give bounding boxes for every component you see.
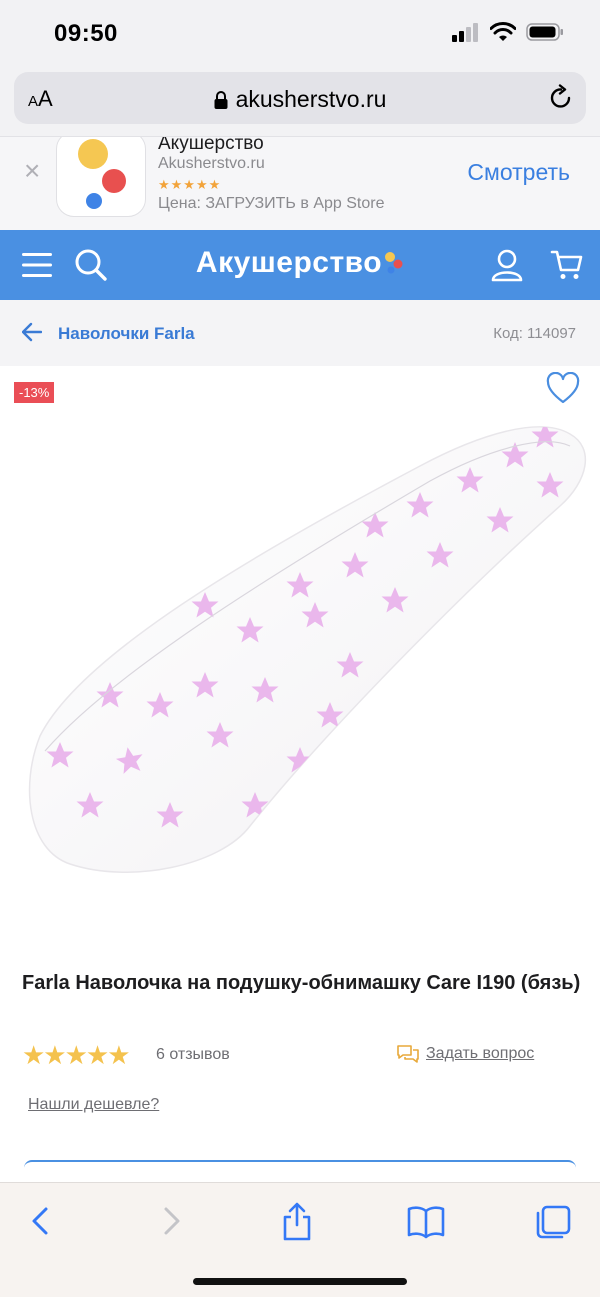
view-app-button[interactable]: Смотреть bbox=[467, 159, 570, 186]
product-code: Код: 114097 bbox=[493, 325, 576, 342]
signal-icon bbox=[452, 23, 478, 42]
chat-bubbles-icon bbox=[397, 1045, 419, 1063]
breadcrumb: Наволочки Farla Код: 114097 bbox=[0, 300, 600, 366]
app-price: Цена: ЗАГРУЗИТЬ в App Store bbox=[158, 195, 385, 212]
browser-address-area: AA akusherstvo.ru bbox=[0, 66, 600, 136]
bookmarks-icon[interactable] bbox=[406, 1201, 446, 1241]
found-cheaper-link[interactable]: Нашли дешевле? bbox=[28, 1096, 159, 1114]
product-gallery[interactable]: -13% bbox=[0, 366, 600, 936]
reload-icon[interactable] bbox=[548, 84, 574, 112]
account-icon[interactable] bbox=[490, 248, 524, 282]
site-header: Акушерство bbox=[0, 230, 600, 300]
url-text: akusherstvo.ru bbox=[235, 86, 387, 112]
discount-badge: -13% bbox=[14, 382, 55, 403]
logo-dots-icon bbox=[382, 250, 404, 278]
address-bar[interactable]: AA akusherstvo.ru bbox=[14, 72, 586, 124]
battery-icon bbox=[526, 23, 563, 41]
forward-icon[interactable] bbox=[158, 1201, 184, 1241]
app-rating-stars: ★★★★★ bbox=[158, 177, 222, 192]
breadcrumb-category-link[interactable]: Наволочки Farla bbox=[58, 324, 195, 344]
back-arrow-icon[interactable] bbox=[22, 322, 42, 342]
reviews-link[interactable]: 6 отзывов bbox=[156, 1046, 230, 1064]
url-display[interactable]: akusherstvo.ru bbox=[14, 86, 586, 113]
status-bar: 09:50 bbox=[0, 0, 600, 66]
ask-question-link[interactable]: Задать вопрос bbox=[396, 1044, 534, 1064]
rating-row: ★★★★★ 6 отзывов Задать вопрос bbox=[22, 1040, 582, 1070]
ask-question-label: Задать вопрос bbox=[426, 1045, 535, 1062]
app-store-banner: × Акушерство Akusherstvo.ru ★★★★★ Цена: … bbox=[0, 136, 600, 230]
share-icon[interactable] bbox=[280, 1201, 314, 1241]
home-indicator bbox=[193, 1278, 407, 1285]
product-title: Farla Наволочка на подушку-обнимашку Car… bbox=[22, 972, 581, 994]
status-icons bbox=[452, 22, 564, 42]
product-image bbox=[28, 426, 587, 873]
favorite-heart-icon[interactable] bbox=[546, 372, 580, 406]
app-name: Акушерство bbox=[158, 136, 264, 154]
close-banner-button[interactable]: × bbox=[24, 155, 40, 187]
cart-icon[interactable] bbox=[550, 248, 584, 282]
app-icon[interactable] bbox=[56, 137, 146, 217]
add-to-cart-button[interactable] bbox=[24, 1160, 576, 1184]
tabs-icon[interactable] bbox=[534, 1201, 572, 1241]
lock-icon bbox=[214, 90, 228, 109]
back-icon[interactable] bbox=[28, 1201, 54, 1241]
wifi-icon bbox=[490, 22, 516, 41]
app-logo-icon bbox=[78, 139, 126, 209]
status-time: 09:50 bbox=[54, 20, 118, 47]
app-site: Akusherstvo.ru bbox=[158, 155, 265, 172]
rating-stars[interactable]: ★★★★★ bbox=[22, 1040, 131, 1071]
